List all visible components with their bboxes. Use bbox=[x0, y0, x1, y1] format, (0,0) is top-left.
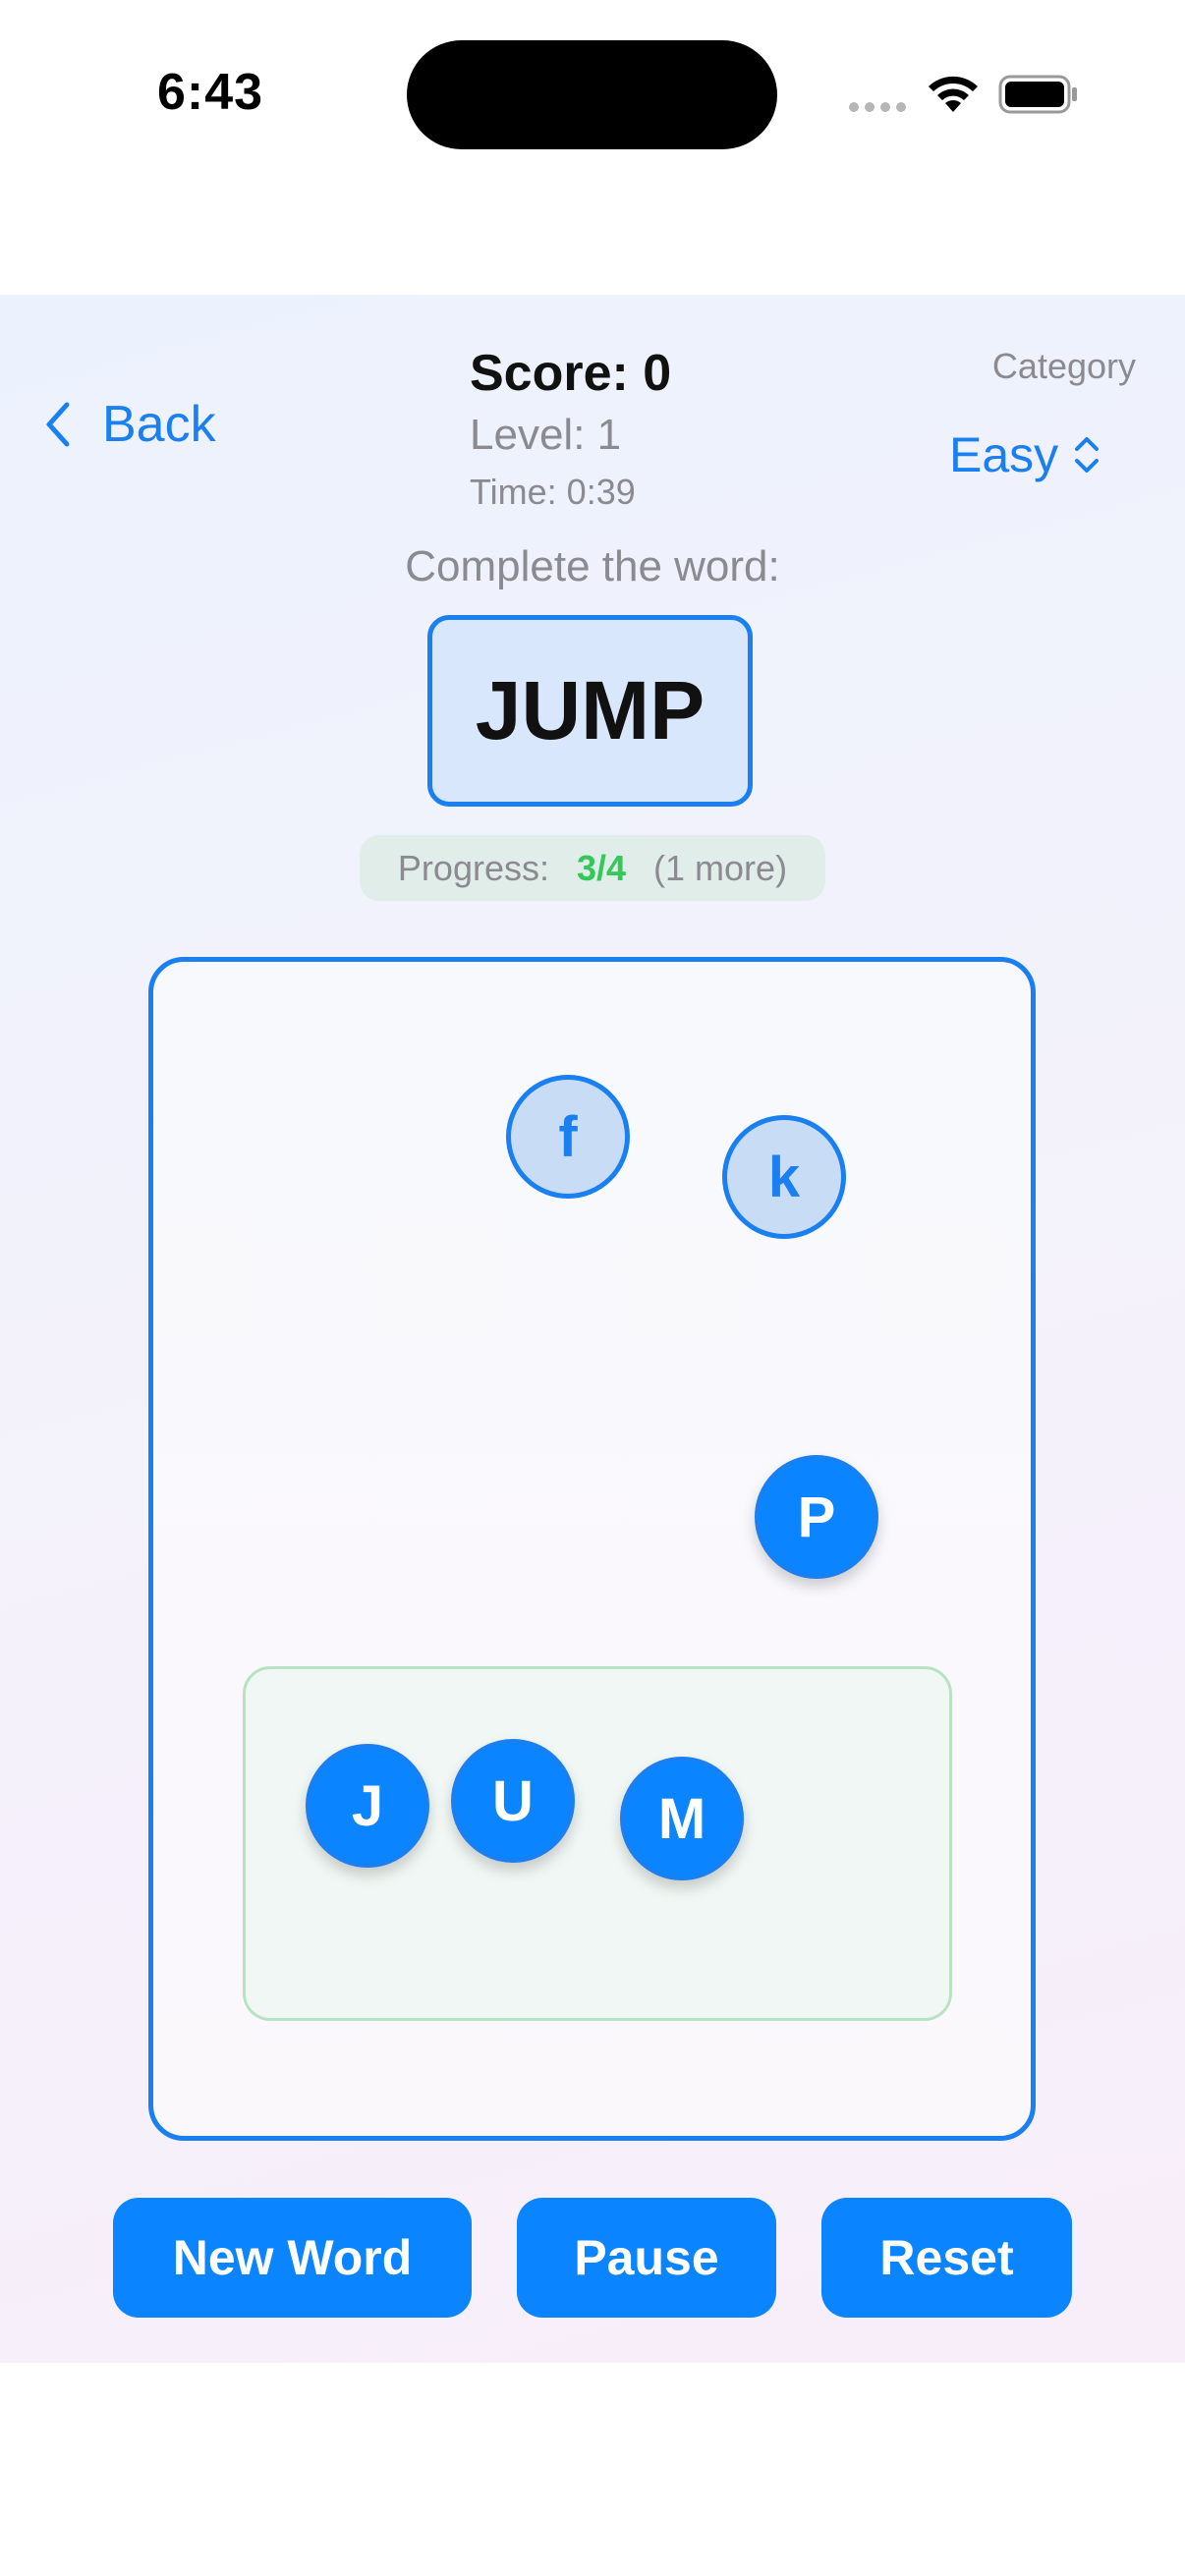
reset-button[interactable]: Reset bbox=[821, 2198, 1072, 2318]
target-word: JUMP bbox=[427, 615, 753, 807]
screen: 6:43 Back Score: 0 Level: 1 Time: 0:39 C… bbox=[0, 0, 1185, 2576]
dynamic-island bbox=[407, 40, 777, 149]
game-view: Back Score: 0 Level: 1 Time: 0:39 Catego… bbox=[0, 295, 1185, 2363]
chevron-left-icon bbox=[46, 402, 70, 447]
signal-dots-icon bbox=[849, 102, 906, 112]
difficulty-picker[interactable]: Easy bbox=[949, 426, 1101, 483]
placed-letter-tile[interactable]: U bbox=[451, 1739, 575, 1863]
difficulty-value: Easy bbox=[949, 427, 1059, 482]
status-time: 6:43 bbox=[157, 64, 264, 121]
letter-tile[interactable]: f bbox=[506, 1075, 630, 1199]
word-prompt: Complete the word: bbox=[405, 542, 780, 590]
progress-note: (1 more) bbox=[653, 847, 788, 888]
placed-letter-tile[interactable]: M bbox=[620, 1757, 744, 1880]
progress-badge: Progress: 3/4 (1 more) bbox=[360, 835, 825, 901]
battery-icon bbox=[998, 75, 1077, 114]
back-label: Back bbox=[102, 396, 216, 453]
time-label: Time: 0:39 bbox=[470, 472, 636, 512]
placed-letter-tile[interactable]: J bbox=[306, 1744, 429, 1868]
letter-board: f k P J U M bbox=[148, 957, 1036, 2141]
new-word-button[interactable]: New Word bbox=[113, 2198, 472, 2318]
wifi-icon bbox=[929, 76, 978, 112]
chevron-up-down-icon bbox=[1075, 437, 1100, 473]
score-label: Score: 0 bbox=[470, 345, 672, 402]
progress-value: 3/4 bbox=[576, 847, 627, 888]
level-label: Level: 1 bbox=[470, 411, 622, 459]
letter-tile[interactable]: k bbox=[722, 1115, 846, 1239]
letter-tile[interactable]: P bbox=[755, 1455, 878, 1579]
progress-label: Progress: bbox=[397, 847, 549, 888]
category-label: Category bbox=[991, 346, 1136, 386]
back-button[interactable]: Back bbox=[43, 395, 216, 454]
pause-button[interactable]: Pause bbox=[517, 2198, 776, 2318]
